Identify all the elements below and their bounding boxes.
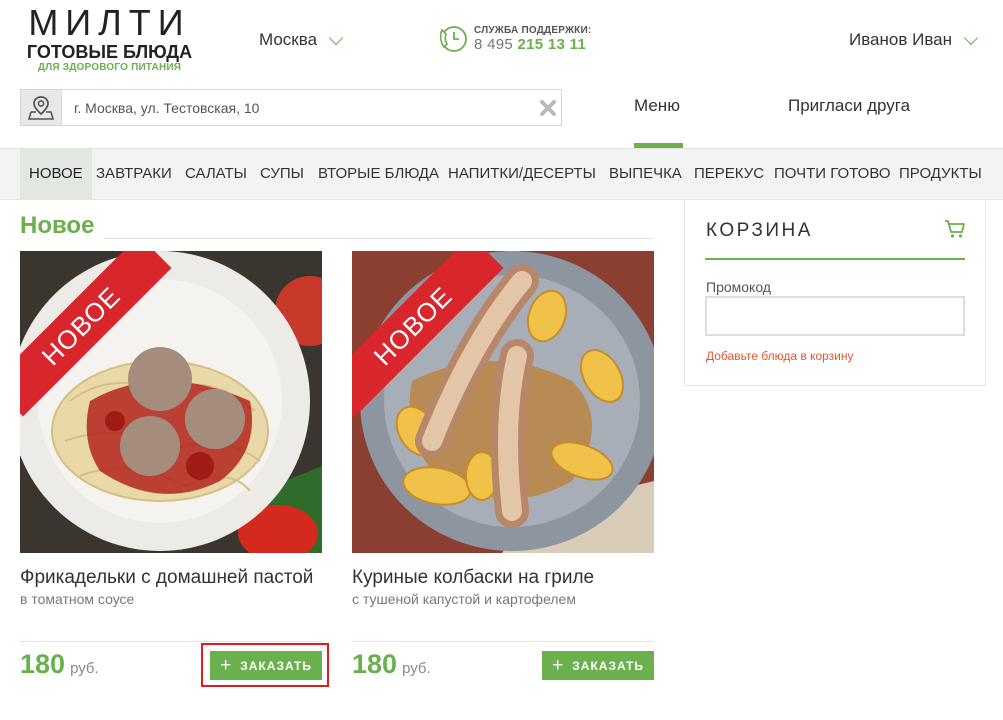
plus-icon: + bbox=[552, 655, 565, 676]
price-value: 180 bbox=[20, 649, 66, 679]
category-new[interactable]: НОВОЕ bbox=[20, 149, 92, 199]
category-bar: НОВОЕ ЗАВТРАКИ САЛАТЫ СУПЫ ВТОРЫЕ БЛЮДА … bbox=[0, 148, 1003, 200]
logo-tagline: ДЛЯ ЗДОРОВОГО ПИТАНИЯ bbox=[37, 62, 182, 73]
city-label: Москва bbox=[259, 30, 318, 49]
category-snacks[interactable]: ПЕРЕКУС bbox=[694, 149, 764, 199]
support-phone[interactable]: 8 495 215 13 11 bbox=[474, 36, 591, 54]
highlight-frame bbox=[201, 643, 329, 687]
category-almost-ready[interactable]: ПОЧТИ ГОТОВО bbox=[774, 149, 891, 199]
product-subtitle: с тушеной капустой и картофелем bbox=[352, 591, 576, 607]
support-contact: СЛУЖБА ПОДДЕРЖКИ: 8 495 215 13 11 bbox=[438, 24, 591, 54]
logo-subtitle: ГОТОВЫЕ БЛЮДА bbox=[26, 42, 193, 62]
category-drinks-desserts[interactable]: НАПИТКИ/ДЕСЕРТЫ bbox=[448, 149, 596, 199]
user-menu[interactable]: Иванов Иван bbox=[849, 30, 979, 50]
product-price: 180 руб. bbox=[20, 649, 99, 680]
card-divider bbox=[20, 641, 322, 642]
logo-title: МИЛТИ bbox=[28, 2, 191, 43]
support-label: СЛУЖБА ПОДДЕРЖКИ: bbox=[474, 24, 592, 36]
nav-invite-friend[interactable]: Пригласи друга bbox=[788, 96, 910, 116]
address-field bbox=[20, 89, 562, 126]
phone-number: 215 13 11 bbox=[517, 35, 587, 53]
category-salads[interactable]: САЛАТЫ bbox=[185, 149, 247, 199]
category-bakery[interactable]: ВЫПЕЧКА bbox=[609, 149, 682, 199]
address-input[interactable] bbox=[62, 91, 535, 124]
chevron-down-icon bbox=[963, 30, 979, 45]
price-currency: руб. bbox=[402, 660, 431, 677]
order-button[interactable]: + ЗАКАЗАТЬ bbox=[542, 651, 654, 680]
map-pin-icon[interactable] bbox=[21, 90, 62, 125]
city-selector[interactable]: Москва bbox=[259, 30, 344, 50]
category-soups[interactable]: СУПЫ bbox=[260, 149, 304, 199]
section-divider bbox=[104, 238, 654, 239]
price-value: 180 bbox=[352, 649, 398, 679]
price-currency: руб. bbox=[70, 660, 99, 677]
card-divider bbox=[352, 641, 654, 642]
cart-divider bbox=[705, 258, 965, 260]
order-button-label: ЗАКАЗАТЬ bbox=[572, 658, 644, 673]
product-card: НОВОЕ Куриные колбаски на гриле с тушено… bbox=[352, 251, 654, 680]
product-title[interactable]: Куриные колбаски на гриле bbox=[352, 565, 654, 590]
category-main-dishes[interactable]: ВТОРЫЕ БЛЮДА bbox=[318, 149, 439, 199]
logo[interactable]: МИЛТИ ГОТОВЫЕ БЛЮДА ДЛЯ ЗДОРОВОГО ПИТАНИ… bbox=[22, 2, 197, 74]
cart-empty-message: Добавьте блюда в корзину bbox=[706, 349, 854, 363]
user-name: Иванов Иван bbox=[849, 30, 953, 49]
section-title: Новое bbox=[20, 212, 95, 239]
clear-icon[interactable] bbox=[535, 91, 561, 125]
phone-clock-icon bbox=[439, 26, 467, 52]
nav-menu[interactable]: Меню bbox=[634, 96, 680, 116]
product-image[interactable]: НОВОЕ bbox=[20, 251, 322, 553]
product-price: 180 руб. bbox=[352, 649, 431, 680]
product-image[interactable]: НОВОЕ bbox=[352, 251, 654, 553]
cart-icon[interactable] bbox=[944, 219, 966, 239]
chevron-down-icon bbox=[328, 30, 344, 45]
product-title[interactable]: Фрикадельки с домашней пастой bbox=[20, 565, 322, 590]
promo-label: Промокод bbox=[706, 279, 771, 295]
product-subtitle: в томатном соусе bbox=[20, 591, 135, 607]
phone-prefix: 8 495 bbox=[474, 35, 514, 53]
cart-panel: КОРЗИНА Промокод Добавьте блюда в корзин… bbox=[684, 200, 986, 386]
cart-title: КОРЗИНА bbox=[706, 220, 813, 241]
promo-code-input[interactable] bbox=[705, 296, 965, 336]
product-card: НОВОЕ Фрикадельки с домашней пастой в то… bbox=[20, 251, 322, 680]
category-breakfast[interactable]: ЗАВТРАКИ bbox=[96, 149, 172, 199]
category-products[interactable]: ПРОДУКТЫ bbox=[899, 149, 982, 199]
